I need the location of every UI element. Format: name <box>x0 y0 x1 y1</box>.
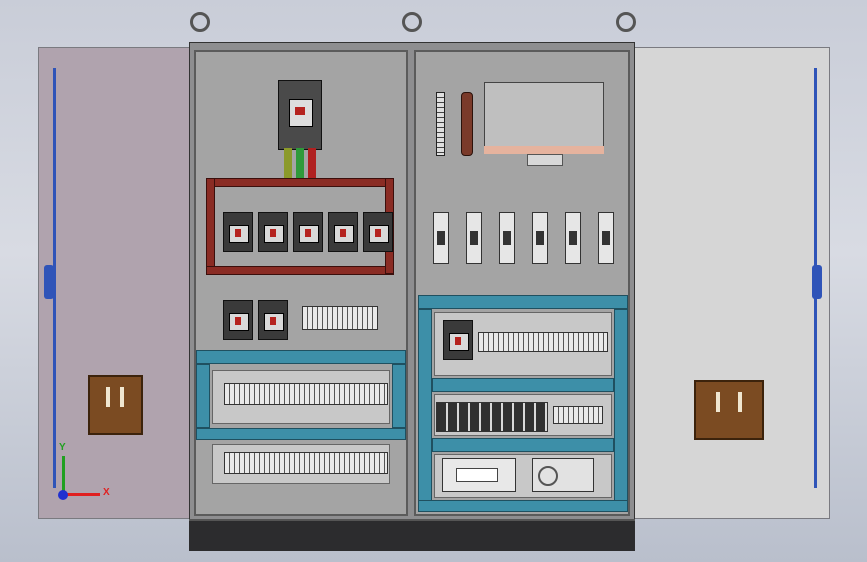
lifting-eye-icon <box>190 12 210 32</box>
cable-duct-horizontal <box>418 295 628 309</box>
lifting-eye-icon <box>402 12 422 32</box>
left-hinge-latch <box>44 265 54 299</box>
terminal-strip-vertical <box>436 92 445 156</box>
y-axis-label: Y <box>59 442 66 453</box>
relay-module[interactable] <box>466 212 482 264</box>
left-door-handle-icon[interactable] <box>88 375 143 435</box>
busbar-left <box>206 178 215 274</box>
control-breaker[interactable] <box>443 320 473 360</box>
relay-module[interactable] <box>499 212 515 264</box>
cable-duct-vertical <box>418 309 432 503</box>
main-breaker-cable-green <box>284 148 292 178</box>
main-breaker-lever <box>295 107 305 115</box>
z-axis-dot <box>58 490 68 500</box>
main-breaker-cable-red <box>308 148 316 178</box>
branch-breaker[interactable] <box>223 212 253 252</box>
plc-display <box>456 468 498 482</box>
cable-duct-horizontal <box>432 438 614 452</box>
busbar-bottom <box>206 266 394 275</box>
ground-bar <box>461 92 473 156</box>
cabinet-plinth <box>189 519 635 551</box>
transformer-band <box>484 146 604 154</box>
relay-module[interactable] <box>598 212 614 264</box>
cable-duct-vertical <box>196 364 210 428</box>
cable-duct-horizontal <box>196 350 406 364</box>
terminal-block <box>224 452 388 474</box>
cable-duct-horizontal <box>196 428 406 440</box>
right-door-handle-icon[interactable] <box>694 380 764 440</box>
cable-duct-vertical <box>392 364 406 428</box>
right-door[interactable] <box>632 47 830 519</box>
y-axis-line <box>62 456 65 494</box>
lifting-eye-icon <box>616 12 636 32</box>
busbar-top <box>206 178 394 187</box>
relay-module[interactable] <box>532 212 548 264</box>
power-supply-fan-icon <box>538 466 558 486</box>
right-hinge-latch <box>812 265 822 299</box>
transformer-base <box>527 154 563 166</box>
terminal-block <box>302 306 378 330</box>
branch-breaker[interactable] <box>258 300 288 340</box>
cable-duct-horizontal <box>432 378 614 392</box>
branch-breaker[interactable] <box>258 212 288 252</box>
terminal-block <box>436 402 548 432</box>
branch-breaker[interactable] <box>223 300 253 340</box>
cable-duct-vertical <box>614 309 628 503</box>
branch-breaker[interactable] <box>293 212 323 252</box>
terminal-block <box>478 332 608 352</box>
axis-triad-icon: Y X <box>50 442 120 510</box>
main-breaker-cable-green-2 <box>296 148 304 178</box>
relay-module[interactable] <box>565 212 581 264</box>
cable-duct-horizontal <box>418 500 628 512</box>
terminal-block <box>224 383 388 405</box>
x-axis-line <box>64 493 100 496</box>
main-breaker[interactable] <box>278 80 322 150</box>
terminal-block <box>553 406 603 424</box>
transformer-unit[interactable] <box>484 82 604 152</box>
relay-module[interactable] <box>433 212 449 264</box>
branch-breaker[interactable] <box>363 212 393 252</box>
branch-breaker[interactable] <box>328 212 358 252</box>
x-axis-label: X <box>103 487 110 498</box>
